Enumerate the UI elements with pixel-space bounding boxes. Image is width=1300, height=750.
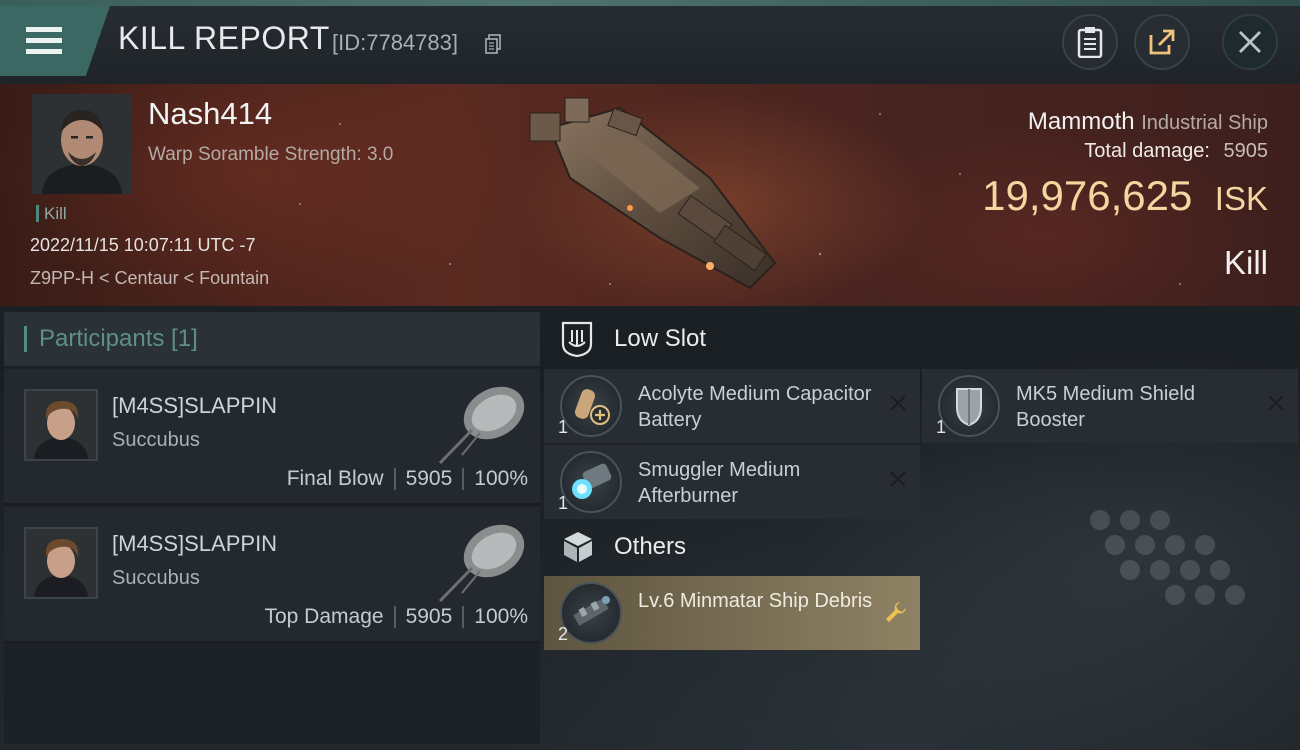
participant-ship-image xyxy=(438,386,525,465)
module-item[interactable]: 1 Smuggler Medium Afterburner xyxy=(544,445,920,519)
participant-stats: Final Blow 5905 100% xyxy=(287,467,528,491)
victim-ship-name: Mammoth xyxy=(1027,108,1135,135)
low-slot-icon xyxy=(561,321,593,358)
page-title: KILL REPORT xyxy=(118,20,330,56)
module-item[interactable]: 2 Lv.6 Minmatar Ship Debris xyxy=(544,576,920,650)
section-marker xyxy=(24,326,27,352)
ship-debris-icon xyxy=(560,582,622,644)
clipboard-button[interactable] xyxy=(1062,14,1118,70)
divider xyxy=(462,468,465,490)
total-damage-label: Total damage: xyxy=(1084,140,1210,162)
isk-unit: ISK xyxy=(1214,180,1268,217)
destroyed-x-icon xyxy=(1268,395,1284,411)
capacitor-battery-icon xyxy=(560,375,622,437)
module-quantity: 1 xyxy=(936,417,947,437)
share-icon xyxy=(1149,29,1175,55)
wrench-icon[interactable] xyxy=(884,600,908,624)
total-damage: Total damage: 5905 xyxy=(1084,140,1268,163)
low-slot-title: Low Slot xyxy=(614,325,707,352)
report-id: [ID:7784783] xyxy=(332,30,458,55)
victim-ship-class: Industrial Ship xyxy=(1141,112,1268,134)
divider xyxy=(393,606,396,628)
victim-portrait[interactable] xyxy=(32,94,132,194)
isk-loss: 19,976,625 ISK xyxy=(982,172,1268,220)
participant-name: [M4SS]SLAPPIN xyxy=(112,531,278,556)
shield-booster-icon xyxy=(938,375,1000,437)
participant-role: Top Damage xyxy=(264,605,384,628)
hamburger-menu-icon xyxy=(26,27,62,55)
result-label: Kill xyxy=(1223,244,1268,281)
cargo-box-icon xyxy=(564,532,592,562)
hexagon-pattern-decoration xyxy=(1090,510,1245,605)
participant-stats: Top Damage 5905 100% xyxy=(264,605,528,629)
afterburner-icon xyxy=(560,451,622,513)
share-button[interactable] xyxy=(1134,14,1190,70)
kill-tag: Kill xyxy=(36,205,67,222)
module-name: Lv.6 Minmatar Ship Debris xyxy=(638,590,873,612)
participant-avatar xyxy=(24,527,98,599)
others-title: Others xyxy=(614,533,687,560)
others-header: Others xyxy=(562,530,686,564)
participants-header: Participants [1] xyxy=(4,312,540,366)
module-item[interactable]: 1 Acolyte Medium Capacitor Battery xyxy=(544,369,920,443)
participant-name: [M4SS]SLAPPIN xyxy=(112,393,278,418)
total-damage-value: 5905 xyxy=(1223,140,1269,162)
module-name: Smuggler Medium Afterburner xyxy=(638,459,801,507)
avatar xyxy=(32,94,132,194)
participants-title: Participants [1] xyxy=(39,325,198,352)
participant-ship: Succubus xyxy=(112,429,200,451)
module-quantity: 1 xyxy=(558,417,569,437)
participant-row[interactable]: [M4SS]SLAPPIN Succubus Top Damage 5905 1… xyxy=(4,507,540,643)
participant-percent: 100% xyxy=(474,605,528,628)
participant-avatar xyxy=(24,389,98,461)
close-icon xyxy=(1239,31,1261,53)
participant-ship: Succubus xyxy=(112,567,200,589)
participant-role: Final Blow xyxy=(286,467,384,490)
module-name: MK5 Medium Shield Booster xyxy=(1016,383,1195,431)
kill-location: Z9PP-H < Centaur < Fountain xyxy=(30,268,270,288)
low-slot-header: Low Slot xyxy=(560,320,706,358)
participant-ship-image xyxy=(438,524,525,603)
participant-damage: 5905 xyxy=(405,467,453,490)
copy-icon[interactable] xyxy=(484,34,502,54)
divider xyxy=(462,606,465,628)
destroyed-x-icon xyxy=(890,471,906,487)
warp-scramble-strength: Warp Soramble Strength: 3.0 xyxy=(148,144,394,165)
victim-pilot-name: Nash414 xyxy=(148,96,273,131)
victim-ship: Mammoth Industrial Ship xyxy=(1028,108,1268,136)
divider xyxy=(393,468,396,490)
module-quantity: 1 xyxy=(558,493,569,513)
destroyed-x-icon xyxy=(890,395,906,411)
victim-ship-image xyxy=(529,97,777,290)
clipboard-icon xyxy=(1077,27,1103,58)
isk-value: 19,976,625 xyxy=(982,172,1193,219)
participant-row[interactable]: [M4SS]SLAPPIN Succubus Final Blow 5905 1… xyxy=(4,369,540,505)
module-name: Acolyte Medium Capacitor Battery xyxy=(638,383,872,431)
kill-datetime: 2022/11/15 10:07:11 UTC -7 xyxy=(30,235,256,255)
close-button[interactable] xyxy=(1222,14,1278,70)
module-quantity: 2 xyxy=(558,624,569,644)
participant-percent: 100% xyxy=(474,467,528,490)
module-item[interactable]: 1 MK5 Medium Shield Booster xyxy=(922,369,1298,443)
participant-damage: 5905 xyxy=(405,605,453,628)
